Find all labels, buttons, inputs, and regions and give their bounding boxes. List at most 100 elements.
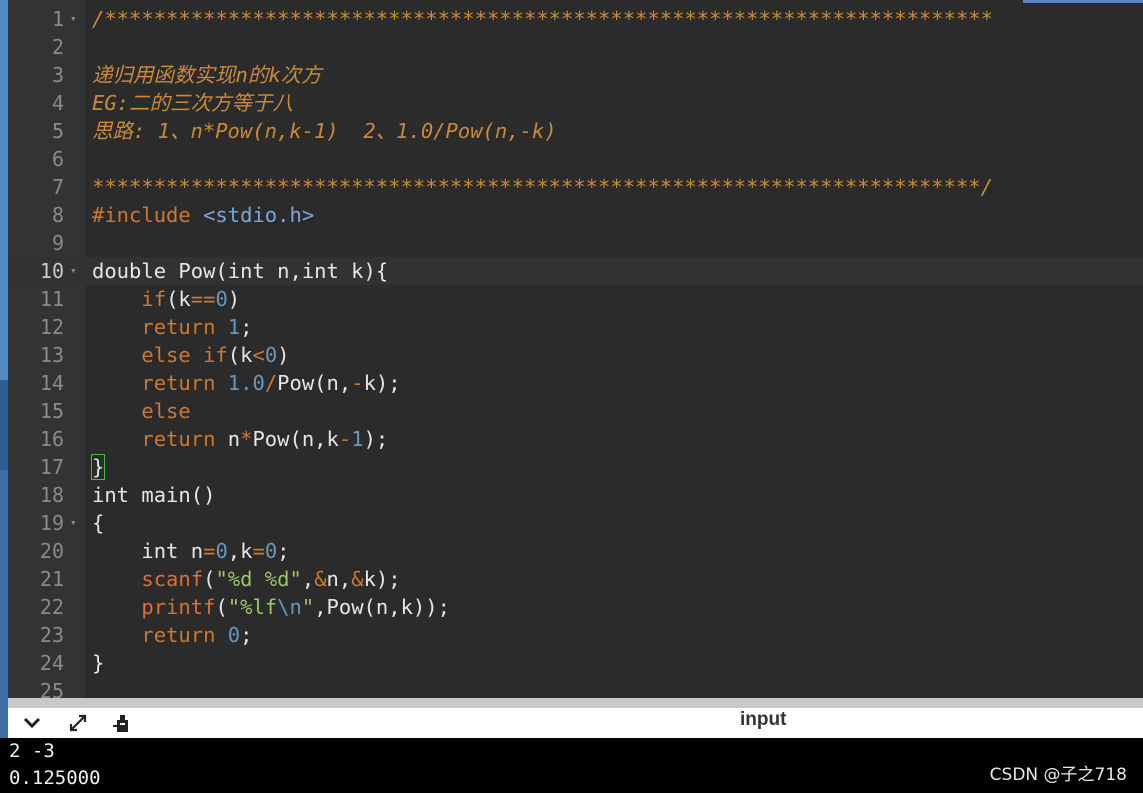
code-token: *	[240, 427, 253, 451]
console-output[interactable]: 2 -3 0.125000 CSDN @子之718	[0, 738, 1143, 793]
code-text[interactable]: if(k==0)	[92, 285, 240, 313]
code-line[interactable]: 12 return 1;	[8, 313, 1143, 341]
code-token: ;	[277, 539, 290, 563]
code-line[interactable]: 9	[8, 229, 1143, 257]
code-token: (	[203, 567, 216, 591]
code-text[interactable]: printf("%lf\n",Pow(n,k));	[92, 593, 450, 621]
code-line[interactable]: 8 #include <stdio.h>	[8, 201, 1143, 229]
fold-toggle-icon[interactable]: ▾	[70, 509, 80, 537]
code-text[interactable]: }	[92, 649, 104, 677]
code-line[interactable]: 23 return 0;	[8, 621, 1143, 649]
code-line[interactable]: 19 ▾ {	[8, 509, 1143, 537]
code-token: 思路: 1、n*Pow(n,k-1) 2、1.0/Pow(n,-k)	[92, 119, 557, 143]
code-text[interactable]: scanf("%d %d",&n,&k);	[92, 565, 401, 593]
code-text[interactable]: ****************************************…	[92, 173, 993, 201]
code-text[interactable]: else	[92, 397, 190, 425]
code-token: )	[227, 287, 241, 311]
code-text[interactable]: {	[92, 509, 104, 537]
code-token: \n	[277, 595, 302, 619]
code-token: ==	[190, 287, 216, 311]
window-top-accent	[1023, 0, 1143, 3]
line-number: 20	[39, 539, 64, 563]
line-number: 12	[39, 315, 64, 339]
code-text[interactable]: return 1;	[92, 313, 252, 341]
fold-toggle-icon[interactable]: ▾	[70, 257, 80, 285]
chevron-down-icon[interactable]	[20, 711, 44, 735]
line-number: 4	[51, 91, 64, 115]
line-number: 18	[39, 483, 64, 507]
line-number: 16	[39, 427, 64, 451]
code-token: 递归用函数实现n的k次方	[92, 63, 322, 87]
code-token: {	[92, 511, 105, 535]
line-number: 5	[51, 119, 64, 143]
code-line[interactable]: 7 ***************************************…	[8, 173, 1143, 201]
code-line[interactable]: 25	[8, 677, 1143, 698]
code-line[interactable]: 15 else	[8, 397, 1143, 425]
code-text[interactable]: int main()	[92, 481, 215, 509]
code-text[interactable]: 递归用函数实现n的k次方	[92, 61, 322, 89]
code-text[interactable]: }	[90, 453, 106, 481]
code-text[interactable]: 思路: 1、n*Pow(n,k-1) 2、1.0/Pow(n,-k)	[92, 117, 557, 145]
code-line[interactable]: 3 递归用函数实现n的k次方	[8, 61, 1143, 89]
code-line[interactable]: 18 int main()	[8, 481, 1143, 509]
code-line[interactable]: 6	[8, 145, 1143, 173]
code-line[interactable]: 5 思路: 1、n*Pow(n,k-1) 2、1.0/Pow(n,-k)	[8, 117, 1143, 145]
code-text[interactable]: /***************************************…	[92, 5, 993, 33]
code-token: "%lf	[227, 595, 278, 619]
code-token: /	[264, 371, 278, 395]
code-token: k);	[363, 567, 401, 591]
code-line[interactable]: 21 scanf("%d %d",&n,&k);	[8, 565, 1143, 593]
panel-title: input	[740, 709, 787, 730]
code-line[interactable]: 4 EG:二的三次方等于八	[8, 89, 1143, 117]
code-line[interactable]: 11 if(k==0)	[8, 285, 1143, 313]
code-editor[interactable]: 1 ▾/*************************************…	[8, 0, 1143, 698]
code-token: int main()	[92, 483, 216, 507]
code-token: n,	[326, 567, 352, 591]
line-number: 25	[39, 679, 64, 698]
code-token: k);	[363, 371, 401, 395]
clear-icon[interactable]	[110, 711, 134, 735]
code-token: 0	[264, 539, 278, 563]
console-line: 2 -3	[9, 740, 55, 762]
code-text[interactable]: return 1.0/Pow(n,-k);	[92, 369, 401, 397]
code-token: ,k	[227, 539, 253, 563]
code-token: /***************************************…	[92, 7, 993, 31]
code-token: (	[215, 595, 228, 619]
panel-splitter[interactable]	[8, 698, 1143, 708]
code-token: return	[141, 315, 228, 339]
code-token: 1.0	[227, 371, 265, 395]
code-line[interactable]: 16 return n*Pow(n,k-1);	[8, 425, 1143, 453]
line-number: 24	[39, 651, 64, 675]
code-line[interactable]: 1 ▾ /*************************************…	[8, 5, 1143, 33]
code-line[interactable]: 24}	[8, 649, 1143, 677]
code-token: scanf	[141, 567, 204, 591]
code-token: return	[141, 623, 228, 647]
code-line[interactable]: 17}	[8, 453, 1143, 481]
code-text[interactable]: else if(k<0)	[92, 341, 289, 369]
code-token: Pow(n,k	[252, 427, 339, 451]
code-token: else if	[141, 343, 228, 367]
line-number: 23	[39, 623, 64, 647]
expand-icon[interactable]	[66, 711, 90, 735]
code-token: ;	[240, 623, 253, 647]
code-line[interactable]: 14 return 1.0/Pow(n,-k);	[8, 369, 1143, 397]
fold-toggle-icon[interactable]: ▾	[70, 5, 80, 33]
code-text[interactable]: int n=0,k=0;	[92, 537, 290, 565]
code-line[interactable]: 20 int n=0,k=0;	[8, 537, 1143, 565]
code-line[interactable]: 10 ▾ double Pow(int n,int k){	[8, 257, 1143, 285]
code-text[interactable]: EG:二的三次方等于八	[92, 89, 293, 117]
code-line[interactable]: 2	[8, 33, 1143, 61]
code-text[interactable]: #include <stdio.h>	[92, 201, 314, 229]
code-text[interactable]: return n*Pow(n,k-1);	[92, 425, 388, 453]
code-line[interactable]: 13 else if(k<0)	[8, 341, 1143, 369]
code-text[interactable]: return 0;	[92, 621, 252, 649]
line-number: 22	[39, 595, 64, 619]
code-text[interactable]: double Pow(int n,int k){	[92, 257, 388, 285]
code-line[interactable]: 22 printf("%lf\n",Pow(n,k));	[8, 593, 1143, 621]
